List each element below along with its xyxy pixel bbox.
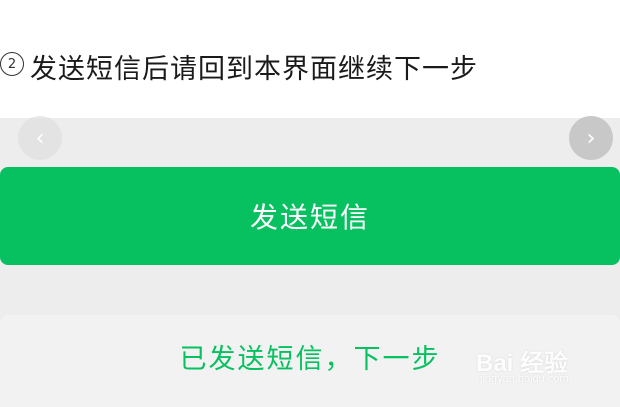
send-sms-button-label: 发送短信 xyxy=(249,201,370,234)
chevron-right-icon: › xyxy=(586,125,596,151)
step-number-badge: 2 xyxy=(0,52,24,76)
send-sms-button[interactable]: 发送短信 xyxy=(0,167,620,265)
instruction-text: 发送短信后请回到本界面继续下一步 xyxy=(30,54,478,85)
baidu-jingyan-watermark: Bai 经验 jingyan.baidu.com xyxy=(476,343,616,393)
watermark-url: jingyan.baidu.com xyxy=(480,373,569,385)
chevron-left-icon: ‹ xyxy=(35,125,45,151)
gallery-next-button[interactable]: › xyxy=(569,116,613,160)
gallery-prev-button[interactable]: ‹ xyxy=(18,116,62,160)
sent-next-step-button-label: 已发送短信，下一步 xyxy=(179,343,441,375)
instruction-bar: 2 发送短信后请回到本界面继续下一步 xyxy=(0,0,620,118)
